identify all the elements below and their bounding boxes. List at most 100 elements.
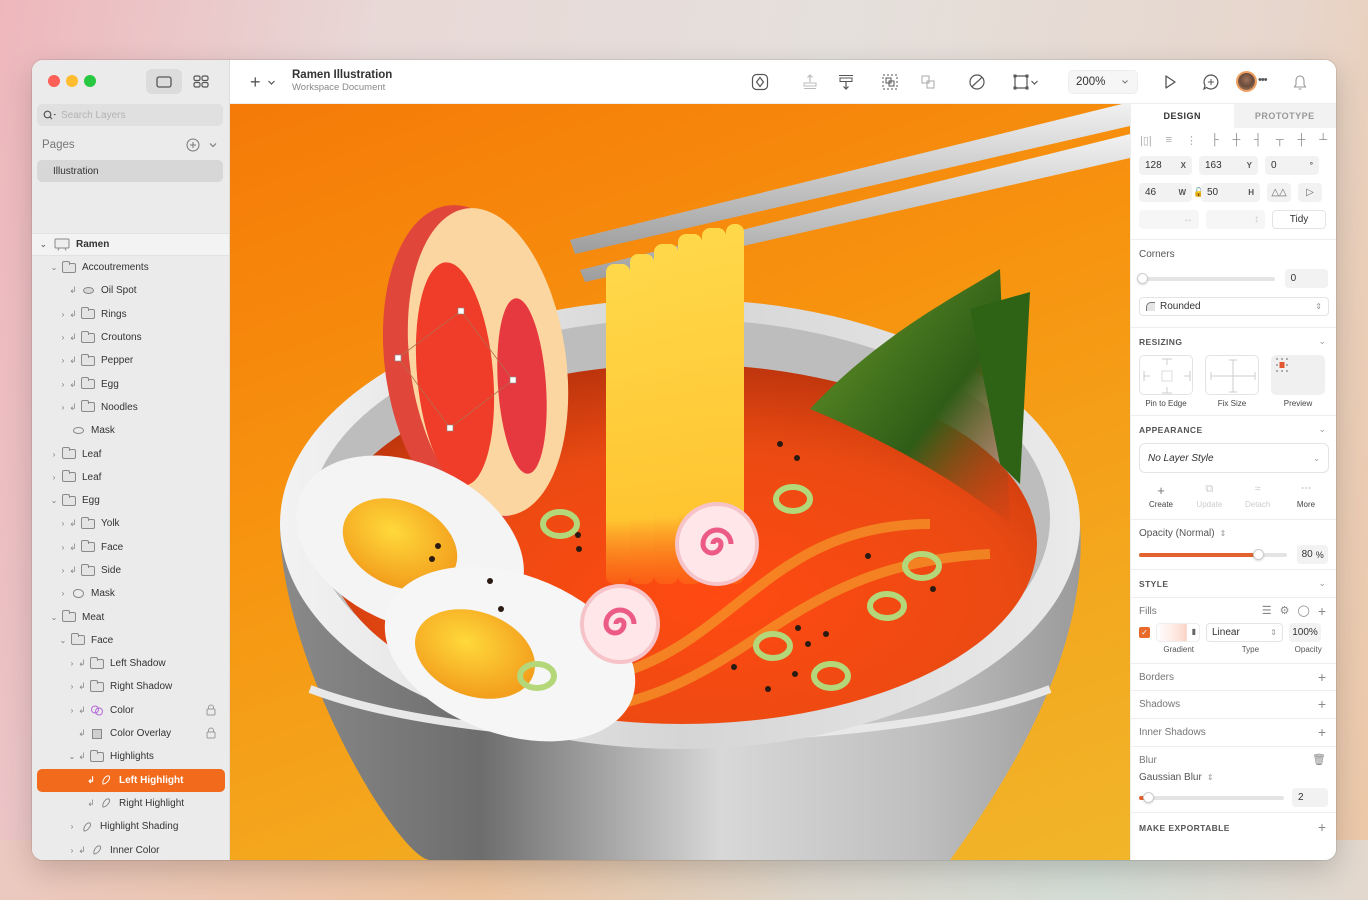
opacity-field[interactable]: 80%	[1297, 545, 1328, 564]
ungroup-button[interactable]	[918, 72, 938, 92]
grid-view-button[interactable]	[184, 69, 218, 94]
layer-row[interactable]: › ↲ Color	[32, 699, 229, 722]
collapse-pages-icon[interactable]	[208, 141, 218, 149]
path-handle[interactable]	[457, 307, 465, 315]
chevron-down-icon[interactable]: ⌄	[49, 263, 59, 272]
layer-row[interactable]: › ↲ Pepper	[32, 349, 229, 372]
align-middle-icon[interactable]: ┼	[1298, 134, 1306, 148]
blend-mode-icon[interactable]: ◯	[1298, 604, 1310, 618]
layer-row[interactable]: ⌄ Egg	[32, 489, 229, 512]
chevron-right-icon[interactable]: ›	[58, 356, 68, 365]
layer-row[interactable]: › ↲ Right Shadow	[32, 675, 229, 698]
close-window-button[interactable]	[48, 75, 60, 87]
chevron-right-icon[interactable]: ›	[58, 380, 68, 389]
pin-to-edge-option[interactable]: Pin to Edge	[1139, 355, 1193, 408]
more-collaborators-icon[interactable]: •••	[1258, 74, 1268, 86]
insert-button[interactable]: +	[250, 72, 276, 93]
zoom-level-select[interactable]: 200%	[1068, 70, 1138, 94]
layer-row[interactable]: ↲ Left Highlight	[37, 768, 225, 792]
layer-style-select[interactable]: No Layer Style ⌄	[1139, 443, 1329, 473]
chevron-down-icon[interactable]: ⌄	[40, 240, 50, 249]
chevron-right-icon[interactable]: ›	[67, 706, 77, 715]
rotation-field[interactable]: 0 °	[1265, 156, 1319, 175]
blur-amount-field[interactable]: 2	[1292, 788, 1328, 807]
distribute-vertical-icon[interactable]: ≡	[1166, 134, 1172, 148]
chevron-down-icon[interactable]: ⌄	[1318, 336, 1326, 347]
edit-path-button[interactable]	[967, 72, 987, 92]
align-left-icon[interactable]: ├	[1211, 134, 1219, 148]
add-page-icon[interactable]	[186, 138, 200, 152]
add-inner-shadow-icon[interactable]: +	[1318, 725, 1326, 739]
chevron-right-icon[interactable]: ›	[58, 589, 68, 598]
align-bottom-icon[interactable]: ┴	[1319, 134, 1327, 148]
layer-row[interactable]: › Leaf	[32, 466, 229, 489]
layer-row[interactable]: › ↲ Yolk	[32, 512, 229, 535]
horizontal-spacing-field[interactable]: ↔	[1139, 210, 1199, 229]
layer-row[interactable]: › Mask	[32, 582, 229, 605]
layer-row[interactable]: ⌄ ↲ Highlights	[32, 745, 229, 768]
comments-button[interactable]	[1201, 72, 1221, 92]
more-style-button[interactable]: ⋯ More	[1288, 483, 1324, 509]
send-backward-button[interactable]	[836, 72, 856, 92]
blur-type-select[interactable]: Gaussian Blur ⇕	[1139, 772, 1328, 783]
zoom-window-button[interactable]	[84, 75, 96, 87]
layer-search[interactable]	[37, 104, 223, 126]
chevron-down-icon[interactable]: ⌄	[1318, 578, 1326, 589]
layer-row[interactable]: ↲ Right Highlight	[32, 792, 229, 815]
flip-vertical-button[interactable]: ▷	[1298, 183, 1322, 202]
width-field[interactable]: 46 W	[1139, 183, 1192, 202]
fill-settings-icon[interactable]: ⚙	[1280, 604, 1290, 618]
chevron-right-icon[interactable]: ›	[58, 543, 68, 552]
layer-row[interactable]: ⌄ Face	[32, 629, 229, 652]
notifications-button[interactable]	[1290, 72, 1310, 92]
tab-design[interactable]: DESIGN	[1131, 104, 1234, 128]
ramen-illustration[interactable]	[230, 104, 1130, 860]
create-symbol-button[interactable]	[750, 72, 770, 92]
chevron-down-icon[interactable]: ⌄	[49, 496, 59, 505]
page-item-illustration[interactable]: Illustration	[37, 160, 223, 182]
path-handle[interactable]	[509, 376, 517, 384]
layer-row[interactable]: › ↲ Egg	[32, 372, 229, 395]
path-handle[interactable]	[394, 354, 402, 362]
layer-row[interactable]: › ↲ Inner Color	[32, 838, 229, 860]
update-style-button[interactable]: ⧉ Update	[1191, 483, 1227, 509]
slider-knob[interactable]	[1143, 791, 1155, 803]
fix-size-option[interactable]: Fix Size	[1205, 355, 1259, 408]
bring-forward-button[interactable]	[800, 72, 820, 92]
chevron-down-icon[interactable]: ⌄	[58, 636, 68, 645]
mask-button[interactable]	[880, 72, 900, 92]
corners-slider[interactable]	[1137, 272, 1275, 284]
slider-knob[interactable]	[1137, 272, 1148, 284]
transform-button[interactable]	[1008, 72, 1042, 92]
lock-icon[interactable]	[206, 704, 216, 716]
chevron-right-icon[interactable]: ›	[67, 822, 77, 831]
detach-style-button[interactable]: ≈ Detach	[1240, 483, 1276, 509]
chevron-down-icon[interactable]: ⌄	[1318, 424, 1326, 435]
layer-row[interactable]: › Leaf	[32, 442, 229, 465]
y-position-field[interactable]: 163 Y	[1199, 156, 1258, 175]
add-export-icon[interactable]: +	[1318, 820, 1326, 834]
chevron-right-icon[interactable]: ›	[49, 473, 59, 482]
layer-row[interactable]: › ↲ Face	[32, 536, 229, 559]
flip-horizontal-button[interactable]: △△	[1267, 183, 1291, 202]
layer-row[interactable]: › ↲ Left Shadow	[32, 652, 229, 675]
layer-row[interactable]: › ↲ Side	[32, 559, 229, 582]
play-prototype-button[interactable]	[1160, 72, 1180, 92]
create-style-button[interactable]: + Create	[1143, 483, 1179, 509]
distribute-horizontal-icon[interactable]: |▯|	[1140, 134, 1152, 148]
layer-row[interactable]: ⌄ Accoutrements	[32, 256, 229, 279]
more-align-icon[interactable]: ⋮	[1186, 134, 1197, 148]
add-border-icon[interactable]: +	[1318, 670, 1326, 684]
gradient-swatch[interactable]: ▮	[1156, 623, 1200, 642]
chevron-down-icon[interactable]: ⌄	[67, 752, 77, 761]
minimize-window-button[interactable]	[66, 75, 78, 87]
slider-knob[interactable]	[1252, 548, 1264, 560]
add-fill-icon[interactable]: +	[1318, 604, 1326, 618]
opacity-mode-select[interactable]: Opacity (Normal) ⇕	[1139, 528, 1328, 539]
layer-row[interactable]: › ↲ Noodles	[32, 396, 229, 419]
layer-row[interactable]: ↲ Color Overlay	[32, 722, 229, 745]
add-shadow-icon[interactable]: +	[1318, 697, 1326, 711]
layers-stack-icon[interactable]: ☰	[1262, 604, 1272, 618]
design-canvas[interactable]	[230, 104, 1130, 860]
chevron-right-icon[interactable]: ›	[58, 333, 68, 342]
